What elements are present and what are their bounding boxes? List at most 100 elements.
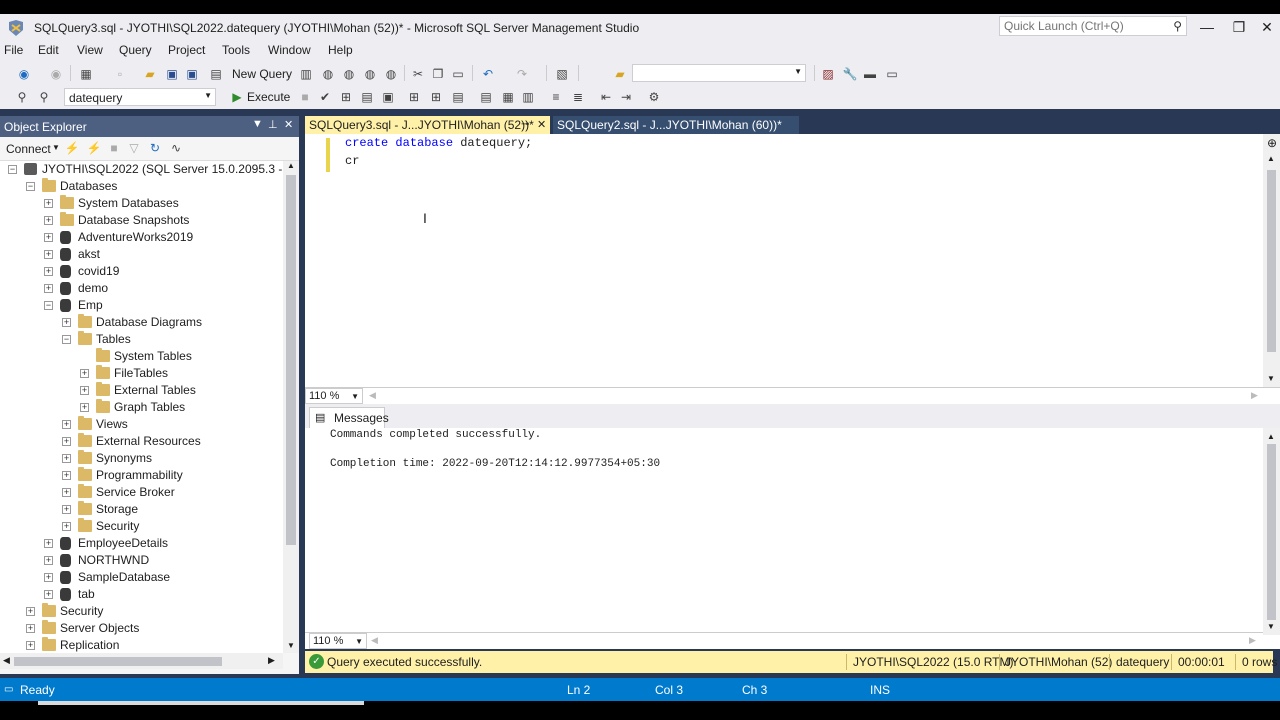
close-icon[interactable]: ✕	[537, 118, 546, 131]
menu-file[interactable]: File	[4, 43, 23, 57]
open-file-icon[interactable]: ▰	[142, 66, 158, 82]
chevron-down-icon[interactable]: ▼	[204, 91, 212, 100]
code-line-1[interactable]: create database datequery;	[345, 136, 532, 150]
cut-icon[interactable]: ✂	[410, 66, 426, 82]
add-item-icon[interactable]: ▫	[112, 66, 128, 82]
menu-window[interactable]: Window	[268, 43, 311, 57]
expand-icon[interactable]: +	[26, 641, 35, 650]
redo-icon[interactable]: ↷	[514, 66, 530, 82]
menu-query[interactable]: Query	[119, 43, 152, 57]
collapse-icon[interactable]: −	[8, 165, 17, 174]
stop-icon[interactable]: ■	[106, 140, 122, 156]
results-to-file-icon[interactable]: ▥	[520, 89, 536, 105]
menu-help[interactable]: Help	[328, 43, 353, 57]
scroll-down-icon[interactable]: ▼	[1267, 374, 1275, 383]
scroll-left-icon[interactable]: ◀	[3, 655, 10, 666]
close-button[interactable]: ✕	[1252, 16, 1280, 38]
expand-icon[interactable]: +	[62, 488, 71, 497]
scroll-thumb[interactable]	[1267, 444, 1276, 620]
quick-launch-input[interactable]	[1000, 17, 1160, 35]
scroll-thumb[interactable]	[1267, 170, 1276, 352]
comment-icon[interactable]: ≡	[548, 89, 564, 105]
dax-query-icon[interactable]: ◍	[383, 66, 399, 82]
scroll-thumb[interactable]	[286, 175, 296, 545]
save-icon[interactable]: ▣	[164, 66, 180, 82]
new-query-button[interactable]: New Query	[232, 67, 292, 81]
toolbox-icon[interactable]: ▬	[862, 66, 878, 82]
save-all-icon[interactable]: ▣	[184, 66, 200, 82]
estimated-plan-icon[interactable]: ⊞	[338, 89, 354, 105]
live-stats-icon[interactable]: ⊞	[428, 89, 444, 105]
collapse-icon[interactable]: −	[62, 335, 71, 344]
dmx-query-icon[interactable]: ◍	[341, 66, 357, 82]
restore-button[interactable]: ❐	[1224, 16, 1254, 38]
results-to-grid-icon[interactable]: ▦	[500, 89, 516, 105]
chevron-down-icon[interactable]: ▼	[794, 67, 802, 76]
window-position-icon[interactable]: ▼	[252, 118, 263, 130]
client-stats-icon[interactable]: ▤	[450, 89, 466, 105]
expand-icon[interactable]: +	[44, 233, 53, 242]
expand-icon[interactable]: +	[44, 284, 53, 293]
expand-icon[interactable]: +	[62, 471, 71, 480]
menu-edit[interactable]: Edit	[38, 43, 59, 57]
pin-icon[interactable]: ⊸	[521, 119, 529, 130]
parse-check-icon[interactable]: ✔	[317, 89, 333, 105]
increase-indent-icon[interactable]: ⇥	[618, 89, 634, 105]
menu-tools[interactable]: Tools	[222, 43, 250, 57]
menu-project[interactable]: Project	[168, 43, 205, 57]
undo-icon[interactable]: ↶	[480, 66, 496, 82]
collapse-icon[interactable]: −	[26, 182, 35, 191]
expand-icon[interactable]: +	[62, 420, 71, 429]
change-connection-icon[interactable]: ⚲	[36, 89, 52, 105]
expand-icon[interactable]: +	[44, 539, 53, 548]
xmla-query-icon[interactable]: ◍	[362, 66, 378, 82]
expand-icon[interactable]: +	[44, 556, 53, 565]
connect-button[interactable]: Connect	[6, 142, 51, 156]
tab-sqlquery2[interactable]: SQLQuery2.sql - J...JYOTHI\Mohan (60))*	[553, 116, 799, 134]
tab-messages[interactable]: ▤ Messages	[309, 407, 389, 428]
collapse-icon[interactable]: −	[44, 301, 53, 310]
activity-monitor-icon[interactable]: ▧	[554, 66, 570, 82]
scroll-left-icon[interactable]: ◀	[369, 390, 376, 401]
results-zoom-select[interactable]: 110 % ▼	[309, 633, 367, 649]
include-plan-icon[interactable]: ⊞	[406, 89, 422, 105]
expand-icon[interactable]: +	[62, 454, 71, 463]
close-icon[interactable]: ✕	[284, 118, 293, 131]
disconnect-icon[interactable]: ⚡	[86, 140, 102, 156]
find-icon[interactable]: ▰	[612, 66, 628, 82]
expand-icon[interactable]: +	[44, 267, 53, 276]
expand-icon[interactable]: +	[44, 216, 53, 225]
expand-icon[interactable]: +	[62, 522, 71, 531]
pin-icon[interactable]: ⊥	[268, 118, 278, 131]
object-explorer-hscroll[interactable]: ◀ ▶	[0, 653, 283, 669]
editor-zoom-select[interactable]: 110 % ▼	[305, 388, 363, 404]
database-engine-query-icon[interactable]: ▥	[298, 66, 314, 82]
available-databases-select[interactable]: datequery ▼	[64, 88, 216, 106]
activity-monitor-icon[interactable]: ∿	[168, 140, 184, 156]
tab-sqlquery3[interactable]: SQLQuery3.sql - J...JYOTHI\Mohan (52))* …	[305, 116, 550, 134]
code-line-2[interactable]: cr	[345, 154, 359, 168]
query-designer-icon[interactable]: ▤	[359, 89, 375, 105]
expand-icon[interactable]: +	[44, 590, 53, 599]
scroll-right-icon[interactable]: ▶	[268, 655, 275, 666]
expand-icon[interactable]: +	[26, 624, 35, 633]
paste-icon[interactable]: ▭	[450, 66, 466, 82]
scroll-up-icon[interactable]: ▲	[287, 161, 295, 170]
quick-launch[interactable]: ⚲	[999, 16, 1187, 36]
object-explorer-vscroll[interactable]: ▲ ▼	[283, 161, 299, 653]
results-to-icon[interactable]: ▣	[380, 89, 396, 105]
find-combo[interactable]: ▼	[632, 64, 806, 82]
connect-plug-icon[interactable]: ⚡	[64, 140, 80, 156]
expand-icon[interactable]: +	[44, 573, 53, 582]
expand-icon[interactable]: +	[26, 607, 35, 616]
expand-icon[interactable]: +	[80, 369, 89, 378]
expand-icon[interactable]: +	[80, 403, 89, 412]
decrease-indent-icon[interactable]: ⇤	[598, 89, 614, 105]
refresh-icon[interactable]: ↻	[147, 140, 163, 156]
expand-icon[interactable]: +	[62, 437, 71, 446]
forward-icon[interactable]: ◉	[48, 66, 64, 82]
properties-icon[interactable]: ▨	[820, 66, 836, 82]
chevron-down-icon[interactable]: ▼	[52, 143, 60, 152]
scroll-up-icon[interactable]: ▲	[1267, 432, 1275, 441]
specify-values-icon[interactable]: ⚙	[646, 89, 662, 105]
